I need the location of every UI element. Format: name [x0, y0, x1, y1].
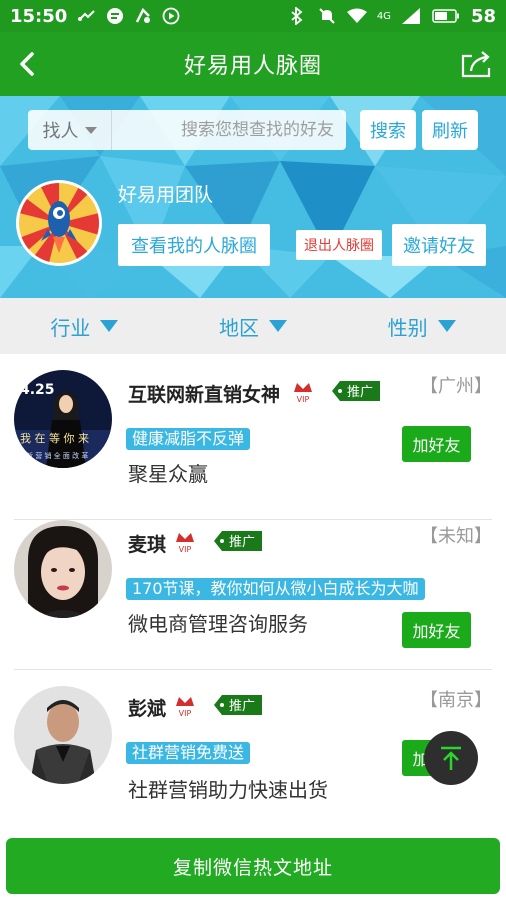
filter-gender[interactable]: 性别: [337, 298, 506, 354]
svg-text:推广: 推广: [347, 385, 373, 400]
filter-region[interactable]: 地区: [169, 298, 338, 354]
mute-icon: [317, 6, 337, 26]
bluetooth-icon: [287, 6, 307, 26]
add-friend-button[interactable]: 加好友: [402, 612, 471, 648]
triangle-down-icon: [437, 320, 456, 332]
chevron-down-icon: [84, 126, 97, 134]
refresh-button[interactable]: 刷新: [422, 110, 478, 150]
triangle-down-icon: [269, 320, 287, 332]
battery-icon: [431, 6, 461, 26]
avatar[interactable]: [14, 520, 112, 618]
share-icon[interactable]: [458, 46, 494, 82]
filter-gender-label: 性别: [387, 315, 428, 340]
filter-bar: 行业 地区 性别: [0, 298, 506, 354]
svg-text:4.25: 4.25: [20, 382, 55, 398]
vip-crown-icon: VIP: [174, 694, 196, 718]
contact-location: 【南京】: [420, 690, 492, 711]
status-bar: 15:50 4G 58: [0, 0, 506, 32]
search-button[interactable]: 搜索: [360, 110, 416, 150]
promo-badge: 推广: [214, 693, 262, 715]
contact-tag: 健康减脂不反弹: [126, 428, 251, 450]
contact-tag: 社群营销免费送: [126, 742, 251, 764]
page-title: 好易用人脉圈: [183, 54, 322, 79]
promo-badge: 推广: [214, 529, 262, 551]
battery-level: 58: [470, 5, 496, 27]
contact-location: 【广州】: [420, 376, 492, 397]
filter-industry[interactable]: 行业: [0, 298, 169, 354]
svg-text:推广: 推广: [229, 699, 255, 714]
contact-description: 社群营销助力快速出货: [128, 778, 328, 802]
svg-text:我 在 等 你 来: 我 在 等 你 来: [20, 431, 89, 445]
filter-region-label: 地区: [219, 315, 259, 340]
list-item[interactable]: 4.25 我 在 等 你 来 新 营 销 全 面 改 革 互联网新直销女神 VI…: [0, 354, 506, 520]
contact-location: 【未知】: [420, 526, 492, 547]
status-time: 15:50: [10, 5, 68, 27]
list-item[interactable]: 麦琪 VIP 推广 【未知】 170节课，教你如何从微小白成长为大咖 微电商管理…: [0, 504, 506, 670]
usb-icon: [77, 6, 97, 26]
search-input[interactable]: [112, 120, 342, 140]
scroll-to-top-button[interactable]: [424, 731, 478, 785]
invite-friends-button[interactable]: 邀请好友: [392, 224, 486, 266]
filter-industry-label: 行业: [50, 315, 91, 340]
play-icon: [161, 6, 181, 26]
message-icon: [105, 6, 125, 26]
contact-name: 互联网新直销女神: [128, 384, 281, 406]
svg-text:VIP: VIP: [179, 709, 192, 718]
signal-icon: [401, 6, 421, 26]
network-label: 4G: [376, 10, 391, 22]
contact-name: 彭斌: [128, 698, 167, 720]
vip-crown-icon: VIP: [174, 530, 196, 554]
triangle-down-icon: [100, 320, 119, 332]
search-type-label: 找人: [42, 121, 79, 142]
svg-text:推广: 推广: [229, 535, 255, 550]
hero-banner: 找人 搜索 刷新 好: [0, 96, 506, 298]
contact-tag: 170节课，教你如何从微小白成长为大咖: [126, 578, 425, 600]
search-box: 找人: [28, 110, 346, 150]
music-icon: [133, 6, 153, 26]
promo-badge: 推广: [332, 379, 380, 401]
team-name: 好易用团队: [118, 184, 214, 206]
rocket-logo-icon: [19, 183, 99, 263]
view-my-network-button[interactable]: 查看我的人脉圈: [118, 224, 270, 266]
wifi-icon: [346, 6, 367, 26]
contact-description: 微电商管理咨询服务: [128, 612, 308, 636]
exit-network-button[interactable]: 退出人脉圈: [296, 230, 382, 260]
contact-name: 麦琪: [128, 534, 167, 556]
add-friend-button[interactable]: 加好友: [402, 426, 471, 462]
search-type-dropdown[interactable]: 找人: [28, 110, 112, 150]
back-arrow-icon[interactable]: [10, 46, 46, 82]
contact-description: 聚星众赢: [128, 462, 208, 486]
svg-text:新 营 销 全 面 改 革: 新 营 销 全 面 改 革: [26, 451, 88, 460]
avatar[interactable]: 4.25 我 在 等 你 来 新 营 销 全 面 改 革: [14, 370, 112, 468]
svg-text:VIP: VIP: [179, 545, 192, 554]
copy-article-url-button[interactable]: 复制微信热文地址: [6, 838, 500, 894]
arrow-up-icon: [441, 746, 461, 770]
avatar[interactable]: [14, 686, 112, 784]
team-avatar[interactable]: [16, 180, 102, 266]
svg-text:VIP: VIP: [297, 395, 310, 404]
vip-crown-icon: VIP: [292, 380, 314, 404]
title-bar: 好易用人脉圈: [0, 32, 506, 96]
